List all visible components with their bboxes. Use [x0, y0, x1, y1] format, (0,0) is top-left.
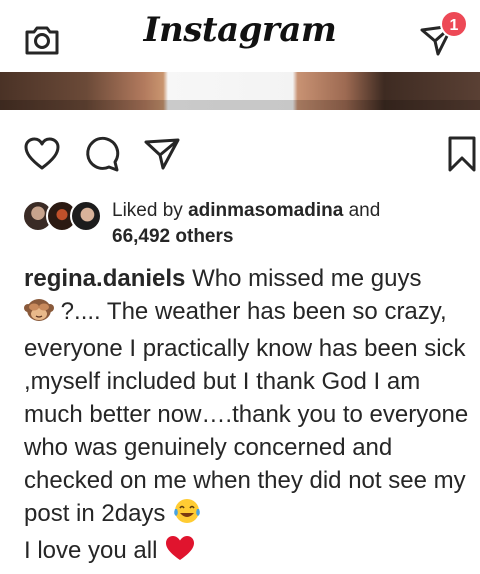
caption-username[interactable]: regina.daniels: [24, 265, 185, 292]
comment-icon[interactable]: [80, 128, 124, 180]
instagram-logo: Instagram: [143, 10, 337, 50]
post-image[interactable]: [0, 72, 480, 110]
bookmark-icon[interactable]: [440, 128, 480, 180]
top-bar: Instagram 1: [0, 0, 480, 72]
liked-by-text: Liked by adinmasomadina and: [112, 198, 380, 224]
post-caption: regina.daniels Who missed me guys ?.... …: [24, 262, 480, 571]
liked-by-user[interactable]: adinmasomadina: [188, 200, 343, 221]
liked-by-and: and: [348, 200, 381, 221]
caption-text-1: Who missed me guys: [192, 265, 422, 292]
caption-text-3: I love you all: [24, 537, 158, 564]
share-icon[interactable]: [140, 128, 184, 180]
liked-by-prefix: Liked by: [112, 200, 183, 221]
liker-avatars[interactable]: [22, 200, 106, 232]
image-shadow: [0, 100, 480, 110]
likes-section: Liked by adinmasomadina and 66,492 other…: [22, 196, 462, 252]
tears-of-joy-emoji: [172, 497, 202, 534]
notification-badge: 1: [440, 10, 468, 38]
avatar: [70, 200, 102, 232]
likes-count[interactable]: 66,492 others: [112, 224, 233, 250]
red-heart-emoji: [164, 534, 196, 571]
see-no-evil-monkey-emoji: [24, 295, 54, 332]
heart-icon[interactable]: [20, 128, 64, 180]
caption-text-2: ?.... The weather has been so crazy, eve…: [24, 298, 469, 527]
post-actions: [0, 128, 480, 180]
